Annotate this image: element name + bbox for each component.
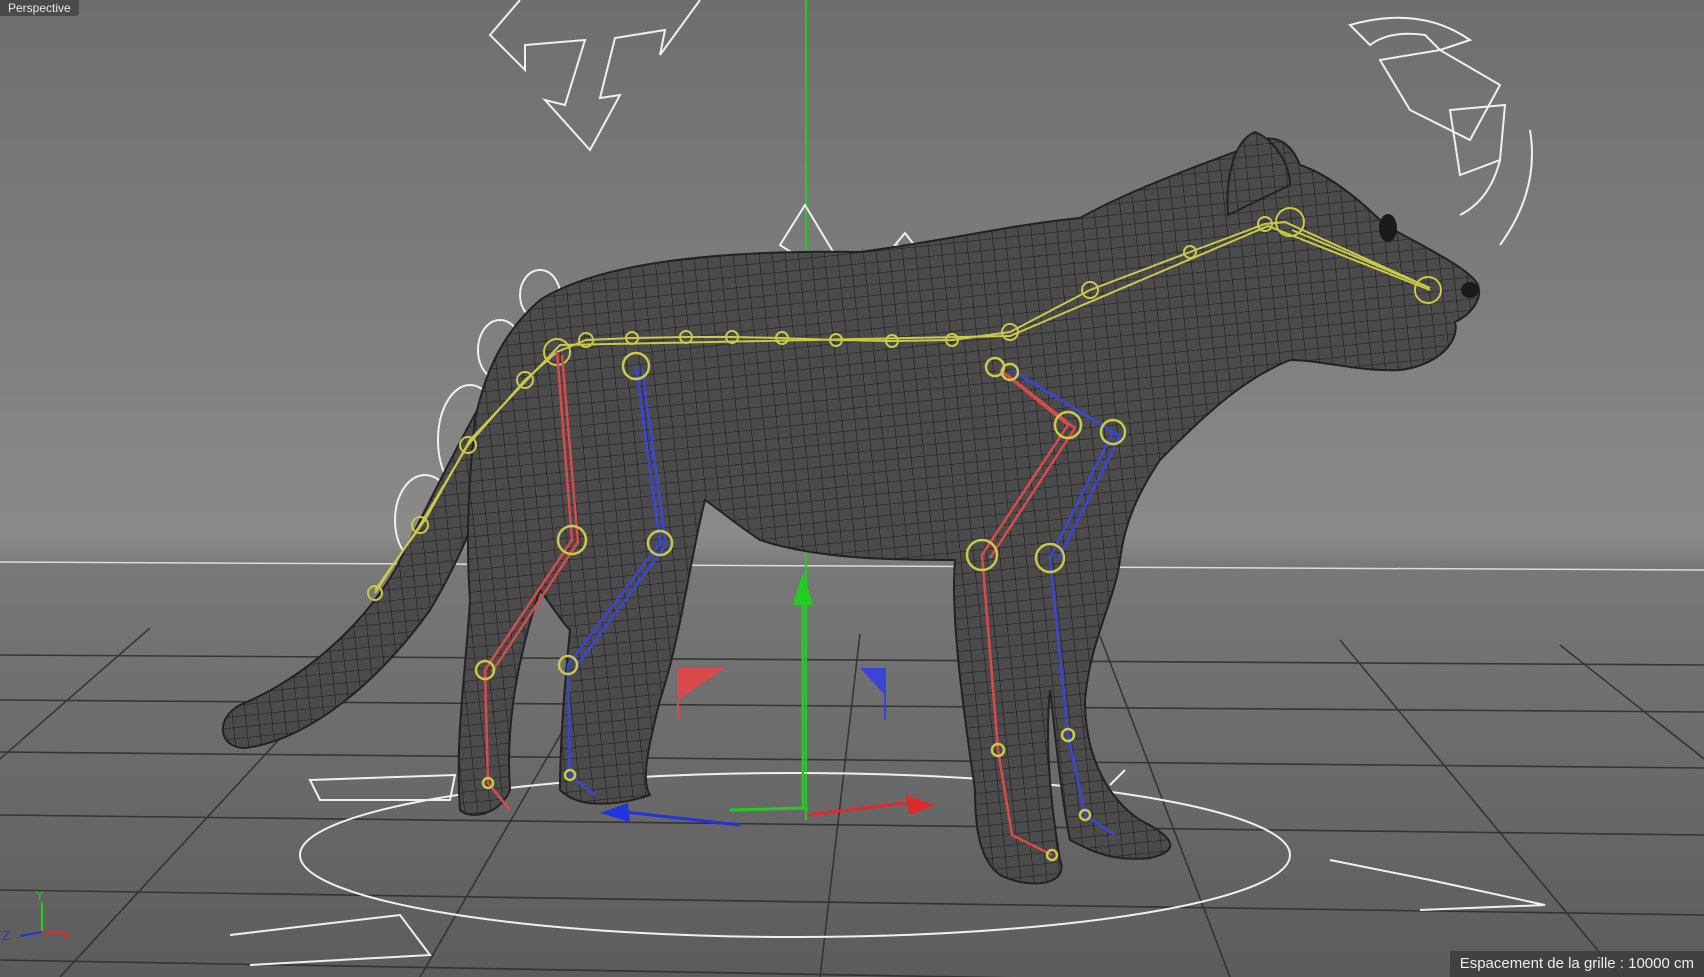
axis-z-label: Z: [2, 929, 10, 943]
panther-body-mesh: [457, 137, 1481, 885]
rotate-gizmo-icon[interactable]: [1348, 16, 1533, 246]
root-control-ring[interactable]: [229, 769, 1546, 966]
view-label[interactable]: Perspective: [0, 0, 79, 16]
eye: [1379, 214, 1397, 242]
floor-grid: [0, 627, 1704, 977]
3d-viewport[interactable]: Y X Z Perspective Espacement de la grill…: [0, 0, 1704, 977]
axis-x-label: X: [62, 929, 70, 943]
axis-y-label: Y: [35, 889, 44, 903]
tail-mesh: [222, 366, 501, 750]
horizon-line: [0, 561, 1704, 571]
move-gizmo-icon[interactable]: [488, 0, 701, 152]
nose: [1461, 282, 1479, 298]
grid-spacing-readout: Espacement de la grille : 10000 cm: [1449, 951, 1704, 977]
axis-widget-icon: Y X Z: [2, 889, 70, 943]
